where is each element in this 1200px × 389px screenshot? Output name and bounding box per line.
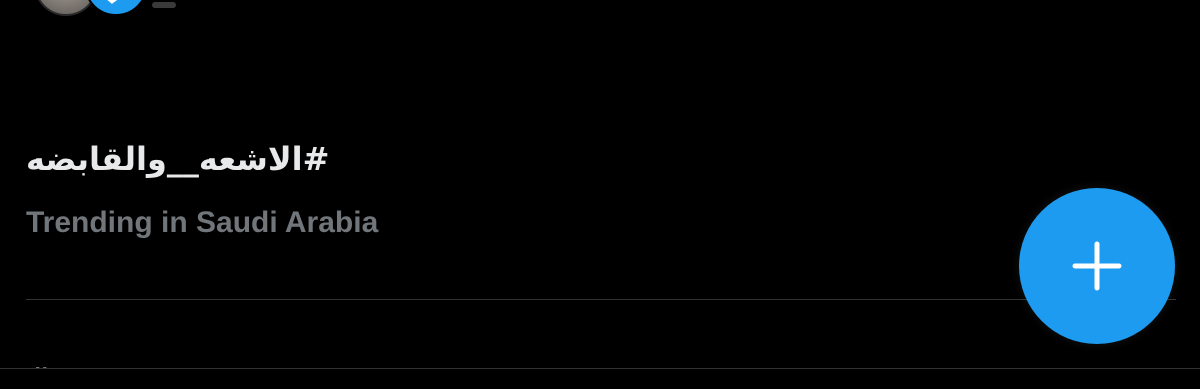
verified-avatar[interactable] xyxy=(84,0,148,16)
bottom-navigation-bar xyxy=(0,368,1200,389)
trend-location: Trending in Saudi Arabia xyxy=(26,206,379,239)
avatar-row xyxy=(34,0,234,16)
divider xyxy=(26,299,1176,300)
compose-button[interactable] xyxy=(1019,188,1175,344)
verified-icon xyxy=(107,0,118,4)
trend-title: #الاشعه__والقابضه xyxy=(26,140,330,178)
trends-page: #الاشعه__والقابضه Trending in Saudi Arab… xyxy=(0,0,1200,389)
plus-icon xyxy=(1072,241,1122,291)
more-indicator xyxy=(152,2,176,8)
avatar[interactable] xyxy=(34,0,98,16)
